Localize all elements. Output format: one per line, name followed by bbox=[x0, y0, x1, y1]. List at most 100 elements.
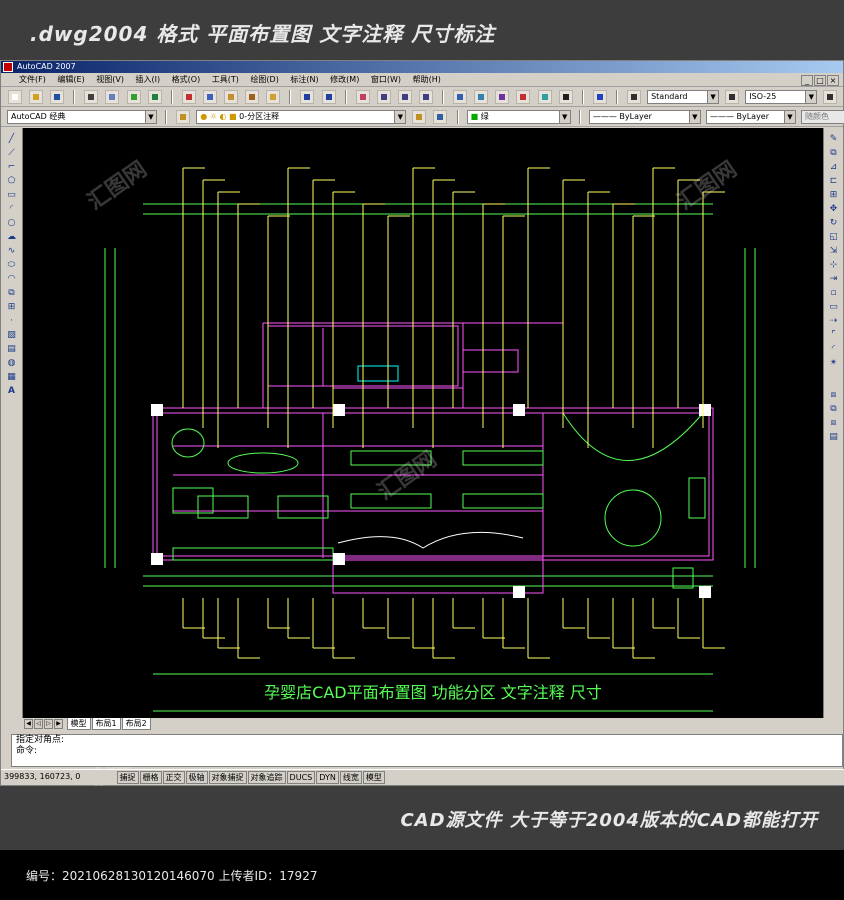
prev-tab-icon[interactable]: ◁ bbox=[34, 719, 43, 729]
pan-icon[interactable] bbox=[355, 90, 370, 104]
menu-dimension[interactable]: 标注(N) bbox=[290, 73, 318, 87]
block-editor-icon[interactable] bbox=[266, 90, 281, 104]
text-front-icon[interactable]: ▤ bbox=[828, 432, 839, 442]
polyline-icon[interactable]: ⌐ bbox=[6, 162, 17, 172]
dim-style-icon[interactable] bbox=[725, 90, 740, 104]
stretch-icon[interactable]: ⇲ bbox=[828, 246, 839, 256]
copy-object-icon[interactable]: ⧉ bbox=[828, 148, 839, 158]
help-icon[interactable] bbox=[592, 90, 607, 104]
plot-preview-icon[interactable] bbox=[105, 90, 120, 104]
command-line[interactable]: 指定对角点: 命令: bbox=[11, 734, 843, 767]
make-block-icon[interactable]: ⊞ bbox=[6, 302, 17, 312]
text-style-select[interactable]: Standard ▼ bbox=[647, 90, 720, 104]
circle-icon[interactable]: ○ bbox=[6, 218, 17, 228]
mirror-icon[interactable]: ⊿ bbox=[828, 162, 839, 172]
tab-model[interactable]: 模型 bbox=[66, 718, 91, 730]
layer-previous-icon[interactable] bbox=[433, 110, 448, 124]
grid-toggle[interactable]: 栅格 bbox=[139, 771, 162, 784]
dyn-toggle[interactable]: DYN bbox=[316, 771, 339, 784]
rotate-icon[interactable]: ↻ bbox=[828, 218, 839, 228]
minimize-button[interactable]: _ bbox=[801, 75, 813, 86]
polygon-icon[interactable]: ⬠ bbox=[6, 176, 17, 186]
menu-file[interactable]: 文件(F) bbox=[19, 73, 46, 87]
redo-icon[interactable] bbox=[321, 90, 336, 104]
zoom-previous-icon[interactable] bbox=[418, 90, 433, 104]
design-center-icon[interactable] bbox=[474, 90, 489, 104]
menu-window[interactable]: 窗口(W) bbox=[371, 73, 401, 87]
etransmit-icon[interactable] bbox=[147, 90, 162, 104]
gradient-icon[interactable]: ▤ bbox=[6, 344, 17, 354]
workspace-select[interactable]: AutoCAD 经典 ▼ bbox=[7, 110, 157, 124]
ortho-toggle[interactable]: 正交 bbox=[162, 771, 185, 784]
coordinate-readout[interactable]: 399833, 160723, 0 bbox=[4, 770, 114, 784]
drawing-area[interactable]: 孕婴店CAD平面布置图 功能分区 文字注释 尺寸 汇图网 汇图网 汇图网 汇图网 bbox=[23, 128, 823, 795]
linetype-select[interactable]: ——— ByLayer ▼ bbox=[588, 110, 701, 124]
zoom-window-icon[interactable] bbox=[397, 90, 412, 104]
tool-palettes-icon[interactable] bbox=[495, 90, 510, 104]
calculator-icon[interactable] bbox=[558, 90, 573, 104]
point-icon[interactable]: · bbox=[6, 316, 17, 326]
arc-icon[interactable]: ◜ bbox=[6, 204, 17, 214]
erase-icon[interactable]: ✎ bbox=[828, 134, 839, 144]
offset-icon[interactable]: ⊏ bbox=[828, 176, 839, 186]
extend-icon[interactable]: ⇥ bbox=[828, 274, 839, 284]
layer-select[interactable]: ● ☼ ◐ ■ 0-分区注释 ▼ bbox=[196, 110, 407, 124]
osnap-toggle[interactable]: 对象捕捉 bbox=[208, 771, 247, 784]
next-tab-icon[interactable]: ▷ bbox=[44, 719, 53, 729]
join-icon[interactable]: ⇢ bbox=[828, 316, 839, 326]
region-icon[interactable]: ◍ bbox=[6, 358, 17, 368]
explode-icon[interactable]: ✴ bbox=[828, 358, 839, 368]
ducs-toggle[interactable]: DUCS bbox=[286, 771, 316, 784]
color-select[interactable]: ■ 绿 ▼ bbox=[466, 110, 571, 124]
bring-front-icon[interactable]: ⧉ bbox=[828, 404, 839, 414]
lineweight-select[interactable]: ——— ByLayer ▼ bbox=[705, 110, 796, 124]
menu-edit[interactable]: 编辑(E) bbox=[57, 73, 84, 87]
new-file-icon[interactable] bbox=[8, 90, 22, 104]
markup-icon[interactable] bbox=[537, 90, 552, 104]
lineweight-toggle[interactable]: 线宽 bbox=[339, 771, 362, 784]
menu-draw[interactable]: 绘图(D) bbox=[250, 73, 278, 87]
first-tab-icon[interactable]: ◀ bbox=[24, 719, 33, 729]
construction-line-icon[interactable]: ⟋ bbox=[6, 148, 17, 158]
menu-view[interactable]: 视图(V) bbox=[96, 73, 124, 87]
tab-layout2[interactable]: 布局2 bbox=[121, 718, 151, 730]
menu-tools[interactable]: 工具(T) bbox=[212, 73, 239, 87]
close-button[interactable]: × bbox=[827, 75, 839, 86]
copy-icon[interactable] bbox=[202, 90, 217, 104]
send-back-icon[interactable]: ⧈ bbox=[828, 418, 839, 428]
publish-icon[interactable] bbox=[126, 90, 141, 104]
text-style-icon[interactable] bbox=[627, 90, 641, 104]
print-icon[interactable] bbox=[84, 90, 99, 104]
menu-insert[interactable]: 插入(I) bbox=[136, 73, 161, 87]
command-prompt[interactable]: 命令: bbox=[16, 746, 842, 757]
match-properties-icon[interactable] bbox=[245, 90, 260, 104]
tab-layout1[interactable]: 布局1 bbox=[91, 718, 121, 730]
ellipse-icon[interactable]: ⬭ bbox=[6, 260, 17, 270]
polar-toggle[interactable]: 极轴 bbox=[185, 771, 208, 784]
menu-format[interactable]: 格式(O) bbox=[172, 73, 201, 87]
ellipse-arc-icon[interactable]: ◠ bbox=[6, 274, 17, 284]
dim-style-select[interactable]: ISO-25 ▼ bbox=[745, 90, 818, 104]
menu-modify[interactable]: 修改(M) bbox=[330, 73, 359, 87]
break-point-icon[interactable]: ▫ bbox=[828, 288, 839, 298]
spline-icon[interactable]: ∿ bbox=[6, 246, 17, 256]
array-icon[interactable]: ⊞ bbox=[828, 190, 839, 200]
last-tab-icon[interactable]: ▶ bbox=[54, 719, 63, 729]
undo-icon[interactable] bbox=[300, 90, 315, 104]
properties-icon[interactable] bbox=[453, 90, 468, 104]
open-file-icon[interactable] bbox=[29, 90, 44, 104]
make-current-layer-icon[interactable] bbox=[412, 110, 427, 124]
save-icon[interactable] bbox=[50, 90, 65, 104]
layer-manager-icon[interactable] bbox=[176, 110, 191, 124]
line-icon[interactable]: ╱ bbox=[6, 134, 17, 144]
zoom-realtime-icon[interactable] bbox=[376, 90, 391, 104]
hatch-icon[interactable]: ▨ bbox=[6, 330, 17, 340]
cut-icon[interactable] bbox=[181, 90, 196, 104]
floor-plan-drawing[interactable]: 孕婴店CAD平面布置图 功能分区 文字注释 尺寸 bbox=[23, 128, 823, 718]
paste-icon[interactable] bbox=[224, 90, 239, 104]
menu-help[interactable]: 帮助(H) bbox=[413, 73, 441, 87]
model-toggle[interactable]: 模型 bbox=[362, 771, 385, 784]
rectangle-icon[interactable]: ▭ bbox=[6, 190, 17, 200]
chamfer-icon[interactable]: ⌜ bbox=[828, 330, 839, 340]
fillet-icon[interactable]: ◜ bbox=[828, 344, 839, 354]
